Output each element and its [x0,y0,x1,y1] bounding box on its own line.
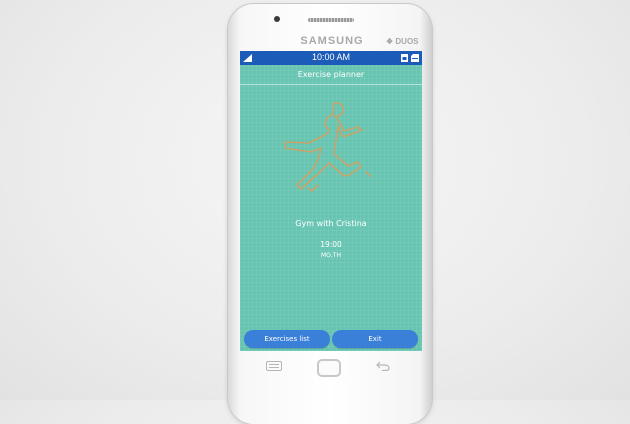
brand-logo: SAMSUNG [300,35,364,47]
event-time: 19:00 [320,240,342,249]
sim-icon [401,54,408,62]
duos-badge: ❖ DUOS [386,37,419,46]
front-camera [274,16,280,22]
event-days: MO,TH [321,252,341,259]
status-time: 10:00 AM [311,52,351,62]
home-key-icon[interactable] [317,359,341,377]
event-title: Gym with Cristina [295,219,367,228]
status-bar: 10:00 AM [240,51,422,65]
menu-key-icon[interactable] [266,361,282,371]
app-title: Exercise planner [240,66,422,85]
phone-screen: 10:00 AM Exercise planner Gym with Crist… [240,51,422,351]
exercises-list-button[interactable]: Exercises list [244,330,330,348]
duos-glyph: ❖ [386,37,396,46]
sd-card-icon [411,54,419,62]
runner-illustration [284,102,371,192]
phone-device: SAMSUNG ❖ DUOS 10:00 AM Exercise planner [228,4,432,424]
back-key-icon[interactable] [376,361,390,371]
exit-button[interactable]: Exit [332,330,418,348]
earpiece-speaker [308,18,354,22]
duos-label: DUOS [395,37,419,46]
